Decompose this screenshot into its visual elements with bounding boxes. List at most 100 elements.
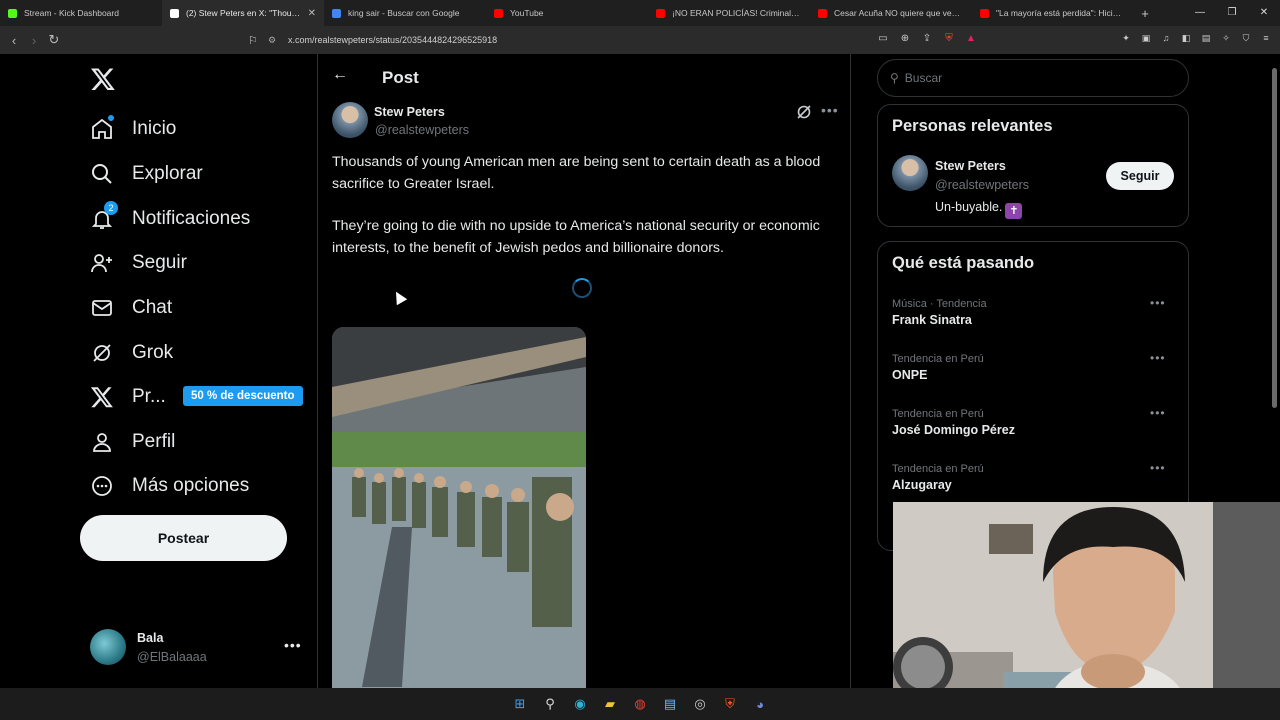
trend-item[interactable]: Música · Tendencia Frank Sinatra •••: [892, 296, 1182, 338]
nav-home[interactable]: Inicio: [88, 112, 176, 146]
minimize-icon[interactable]: —: [1184, 0, 1216, 26]
account-handle: @ElBalaaaa: [137, 650, 207, 664]
notepad-icon[interactable]: ▤: [660, 694, 680, 714]
more-icon[interactable]: •••: [821, 102, 839, 118]
nav-follow[interactable]: Seguir: [88, 246, 187, 280]
discord-icon[interactable]: ◕: [750, 694, 770, 714]
tab-label[interactable]: ¡NO ERAN POLICÍAS! Criminales se D: [672, 8, 802, 18]
page-scrollbar[interactable]: [1270, 56, 1278, 416]
scrollbar-thumb[interactable]: [1272, 68, 1277, 408]
relevant-handle[interactable]: @realstewpeters: [935, 178, 1029, 192]
trend-item[interactable]: Tendencia en Perú José Domingo Pérez •••: [892, 406, 1182, 448]
nav-notifications[interactable]: 2 Notificaciones: [88, 201, 251, 236]
trend-item[interactable]: Tendencia en Perú ONPE •••: [892, 351, 1182, 393]
zoom-icon[interactable]: ⊕: [898, 32, 912, 46]
tab-label[interactable]: Cesar Acuña NO quiere que veas est: [834, 8, 964, 18]
sidebar-toggle-icon[interactable]: ◧: [1180, 32, 1192, 44]
x-logo-icon[interactable]: [90, 66, 116, 92]
trend-name: ONPE: [892, 368, 928, 382]
follow-button[interactable]: Seguir: [1106, 162, 1174, 190]
new-tab-button[interactable]: +: [1134, 6, 1156, 21]
wallet-icon[interactable]: ▣: [1140, 32, 1152, 44]
author-handle[interactable]: @realstewpeters: [375, 123, 469, 137]
tab-label[interactable]: Stream - Kick Dashboard: [24, 8, 154, 18]
post-video[interactable]: [332, 327, 586, 688]
relevant-name[interactable]: Stew Peters: [935, 159, 1006, 173]
screen-icon[interactable]: ▭: [876, 32, 890, 46]
premium-discount-badge[interactable]: 50 % de descuento: [183, 386, 303, 406]
reload-icon[interactable]: ↻: [44, 32, 64, 48]
nav-label: Chat: [132, 297, 173, 318]
tab-label[interactable]: YouTube: [510, 8, 640, 18]
grok-explain-icon[interactable]: [796, 104, 812, 120]
account-switcher[interactable]: Bala @ElBalaaaa •••: [90, 629, 310, 667]
rewards-icon[interactable]: ▲: [964, 32, 978, 46]
nav-label: Pr...: [132, 386, 166, 407]
menu-icon[interactable]: ≡: [1260, 32, 1272, 44]
extensions-icon[interactable]: ✦: [1120, 32, 1132, 44]
site-info-icon[interactable]: ⚙: [268, 35, 288, 46]
url-text[interactable]: x.com/realstewpeters/status/203544482429…: [288, 35, 497, 45]
browser-tab[interactable]: king sair - Buscar con Google: [324, 0, 486, 26]
more-icon[interactable]: •••: [1150, 351, 1166, 365]
browser-tab[interactable]: YouTube: [486, 0, 648, 26]
more-icon[interactable]: •••: [284, 637, 302, 653]
vpn-icon[interactable]: ⛉: [1240, 32, 1252, 44]
avatar[interactable]: [892, 155, 928, 191]
tab-search-icon[interactable]: ▤: [1200, 32, 1212, 44]
nav-more[interactable]: Más opciones: [88, 469, 249, 503]
brave-icon[interactable]: ⛨: [720, 694, 740, 714]
forward-icon[interactable]: ›: [24, 33, 44, 48]
bookmark-icon[interactable]: ⚐: [248, 34, 268, 47]
search-input[interactable]: ⚲ Buscar: [877, 59, 1189, 97]
restore-icon[interactable]: ❐: [1216, 0, 1248, 26]
brave-shield-icon[interactable]: ⛨: [942, 32, 956, 46]
edge-icon[interactable]: ◉: [570, 694, 590, 714]
browser-tab[interactable]: Cesar Acuña NO quiere que veas est: [810, 0, 972, 26]
browser-tab[interactable]: ¡NO ERAN POLICÍAS! Criminales se D: [648, 0, 810, 26]
trend-item[interactable]: Tendencia en Perú Alzugaray •••: [892, 461, 1182, 503]
close-window-icon[interactable]: ✕: [1248, 0, 1280, 26]
file-explorer-icon[interactable]: ▰: [600, 694, 620, 714]
taskbar: ⊞ ⚲ ◉ ▰ ◍ ▤ ◎ ⛨ ◕: [0, 688, 1280, 720]
tab-label[interactable]: (2) Stew Peters en X: "Thousand: [186, 8, 304, 18]
trends-title: Qué está pasando: [892, 254, 1035, 272]
chrome-icon[interactable]: ◍: [630, 694, 650, 714]
back-icon[interactable]: ‹: [4, 33, 24, 48]
author-name[interactable]: Stew Peters: [374, 105, 445, 119]
window-controls: — ❐ ✕: [1184, 0, 1280, 26]
browser-toolbar: ‹ › ↻ ⚐ ⚙ x.com/realstewpeters/status/20…: [0, 26, 1280, 54]
tab-favicon-icon: [656, 8, 665, 18]
cross-emoji-icon: ✝: [1005, 203, 1023, 219]
nav-explore[interactable]: Explorar: [88, 157, 203, 191]
tab-label[interactable]: "La mayoría está perdida": Hicimos u: [996, 8, 1126, 18]
back-arrow-icon[interactable]: ←: [332, 66, 348, 84]
search-icon[interactable]: ⚲: [540, 694, 560, 714]
tab-close-icon[interactable]: ✕: [308, 8, 316, 19]
more-icon[interactable]: •••: [1150, 461, 1166, 475]
nav-premium[interactable]: Pr...: [88, 380, 166, 414]
relevant-people-card: Personas relevantes Stew Peters @realste…: [877, 104, 1189, 227]
post-paragraph: They’re going to die with no upside to A…: [332, 218, 820, 256]
nav-grok[interactable]: Grok: [88, 336, 173, 370]
nav-label: Notificaciones: [132, 208, 251, 229]
post-button[interactable]: Postear: [80, 515, 287, 561]
tab-label[interactable]: king sair - Buscar con Google: [348, 8, 478, 18]
bell-icon: 2: [88, 201, 118, 233]
ai-icon[interactable]: ✧: [1220, 32, 1232, 44]
browser-tab[interactable]: (2) Stew Peters en X: "Thousand ✕: [162, 0, 324, 26]
nav-profile[interactable]: Perfil: [88, 425, 175, 459]
author-avatar[interactable]: [332, 102, 368, 138]
browser-tab[interactable]: Stream - Kick Dashboard: [0, 0, 162, 26]
browser-tab[interactable]: "La mayoría está perdida": Hicimos u: [972, 0, 1134, 26]
relevant-people-title: Personas relevantes: [892, 117, 1053, 135]
obs-icon[interactable]: ◎: [690, 694, 710, 714]
nav-chat[interactable]: Chat: [88, 291, 172, 325]
unread-dot: [108, 115, 114, 121]
share-icon[interactable]: ⇪: [920, 32, 934, 46]
media-icon[interactable]: ♫: [1160, 32, 1172, 44]
windows-start-icon[interactable]: ⊞: [510, 694, 530, 714]
more-icon[interactable]: •••: [1150, 296, 1166, 310]
extensions-bar: ✦ ▣ ♫ ◧ ▤ ✧ ⛉ ≡: [1120, 32, 1272, 44]
more-icon[interactable]: •••: [1150, 406, 1166, 420]
